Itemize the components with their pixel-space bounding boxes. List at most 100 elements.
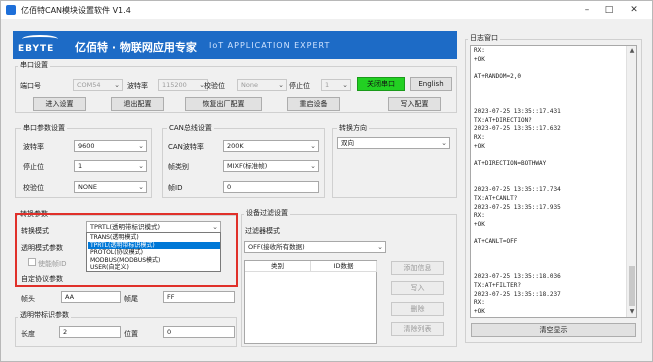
window-title: 亿佰特CAN模块设置软件 V1.4 [21,6,131,15]
filter-table: 类别 ID数据 [244,260,377,344]
log-line: TX:AT+CANLT? [474,194,518,202]
english-slogan: IoT APPLICATION EXPERT [209,41,331,50]
frame-head-input[interactable]: AA [61,291,121,303]
log-line: 2023-07-25 13:35::18.036 [474,273,561,281]
log-line: 2023-07-25 13:35::17.632 [474,125,561,133]
title-bar: 亿佰特CAN模块设置软件 V1.4 – □ ✕ [1,1,652,19]
factory-reset-button[interactable]: 恢复出厂配置 [185,97,262,111]
write-config-button[interactable]: 写入配置 [388,97,441,111]
enter-setting-button[interactable]: 进入设置 [33,97,86,111]
can-rate-label: CAN波特率 [168,143,204,151]
logo-wave-icon [22,35,58,43]
brand-banner: EBYTE 亿佰特 · 物联网应用专家 IoT APPLICATION EXPE… [13,31,457,59]
log-line: +OK [474,55,485,63]
direction-select[interactable]: 双向 ⌄ [337,137,450,149]
close-icon[interactable]: ✕ [623,3,645,17]
direction-title: 转换方向 [337,123,369,133]
company-slogan: 亿佰特 · 物联网应用专家 [75,41,197,54]
frame-head-label: 帧头 [21,295,35,303]
logo-text: EBYTE [18,44,55,54]
app-window: 亿佰特CAN模块设置软件 V1.4 – □ ✕ EBYTE 亿佰特 · 物联网应… [0,0,653,362]
log-scrollbar[interactable]: ▲ ▼ [626,46,636,317]
length-input[interactable]: 2 [59,326,121,338]
filter-write-button[interactable]: 写入 [391,281,444,295]
scroll-down-icon[interactable]: ▼ [627,307,636,317]
frame-id-label: 帧ID [168,184,183,192]
filter-mode-label: 过滤器模式 [245,227,280,235]
frame-id-input[interactable]: 0 [223,181,319,193]
log-line: AT+DIRECTION=BOTHWAY [474,160,547,168]
chevron-down-icon: ⌄ [138,183,144,191]
filter-col-id: ID数据 [311,261,377,272]
highlight-annotation [15,213,238,287]
serial-baud-select[interactable]: 115200 ⌄ [158,79,208,91]
exit-config-button[interactable]: 退出配置 [111,97,164,111]
log-title: 日志窗口 [468,33,500,43]
add-info-button[interactable]: 添加信息 [391,261,444,275]
log-line: 2023-07-25 13:35::18.237 [474,290,561,298]
can-bus-title: CAN总线设置 [167,123,214,133]
app-icon [6,5,16,15]
log-line: 2023-07-25 13:35::17.935 [474,203,561,211]
transparent-id-title: 透明带标识参数 [18,310,71,320]
log-line: 2023-07-25 13:35::17.734 [474,186,561,194]
position-input[interactable]: 0 [163,326,235,338]
uart-stop-select[interactable]: 1 ⌄ [74,160,147,172]
length-label: 长度 [21,330,35,338]
filter-delete-button[interactable]: 删除 [391,302,444,316]
frame-type-select[interactable]: MIXF(标准帧) ⌄ [223,160,319,172]
restart-device-button[interactable]: 重启设备 [287,97,340,111]
chevron-down-icon: ⌄ [138,142,144,150]
chevron-down-icon: ⌄ [310,162,316,170]
port-select[interactable]: COM54 ⌄ [73,79,123,91]
chevron-down-icon: ⌄ [278,81,284,89]
serial-stop-label: 停止位 [289,82,310,90]
log-textarea[interactable]: RX: +OK AT+RANDOM=2,0 2023-07-25 13:35::17.… [470,45,637,318]
can-rate-select[interactable]: 200K ⌄ [223,140,319,152]
ebyte-logo: EBYTE [16,34,66,56]
uart-params-title: 串口参数设置 [21,123,67,133]
serial-baud-label: 波特率 [127,82,148,90]
filter-mode-select[interactable]: OFF(接收所有数据) ⌄ [244,241,386,253]
uart-parity-label: 校验位 [23,184,44,192]
scroll-thumb[interactable] [629,266,635,306]
serial-settings-title: 串口设置 [18,60,50,70]
chevron-down-icon: ⌄ [441,139,447,147]
chevron-down-icon: ⌄ [114,81,120,89]
filter-title: 设备过滤设置 [244,208,290,218]
position-label: 位置 [124,330,138,338]
close-serial-button[interactable]: 关闭串口 [357,77,405,91]
serial-parity-select[interactable]: None ⌄ [237,79,287,91]
frame-tail-input[interactable]: FF [163,291,235,303]
log-line: AT+RANDOM=2,0 [474,73,521,81]
filter-col-type: 类别 [245,261,311,272]
log-line: +OK [474,142,485,150]
clear-display-button[interactable]: 清空显示 [471,323,636,337]
english-button[interactable]: English [410,77,452,91]
clear-list-button[interactable]: 清除列表 [391,322,444,336]
uart-parity-select[interactable]: NONE ⌄ [74,181,147,193]
scroll-up-icon[interactable]: ▲ [627,46,636,56]
serial-stop-select[interactable]: 1 ⌄ [321,79,351,91]
uart-baud-label: 波特率 [23,143,44,151]
log-line: RX: [474,212,485,220]
maximize-icon[interactable]: □ [598,3,620,17]
uart-baud-select[interactable]: 9600 ⌄ [74,140,147,152]
log-line: +OK [474,308,485,315]
log-line: 2023-07-25 13:35::17.431 [474,107,561,115]
chevron-down-icon: ⌄ [310,142,316,150]
log-line: TX:AT+FILTER? [474,281,521,289]
log-line: RX: [474,47,485,54]
uart-stop-label: 停止位 [23,163,44,171]
log-line: TX:AT+DIRECTION? [474,116,532,124]
log-line: RX: [474,299,485,307]
log-line: AT+CANLT=OFF [474,238,518,246]
serial-parity-label: 校验位 [204,82,225,90]
port-label: 端口号 [20,82,41,90]
frame-type-label: 帧类别 [168,163,189,171]
chevron-down-icon: ⌄ [377,243,383,251]
log-line: +OK [474,221,485,228]
chevron-down-icon: ⌄ [138,162,144,170]
frame-tail-label: 帧尾 [124,295,138,303]
minimize-icon[interactable]: – [576,3,598,17]
